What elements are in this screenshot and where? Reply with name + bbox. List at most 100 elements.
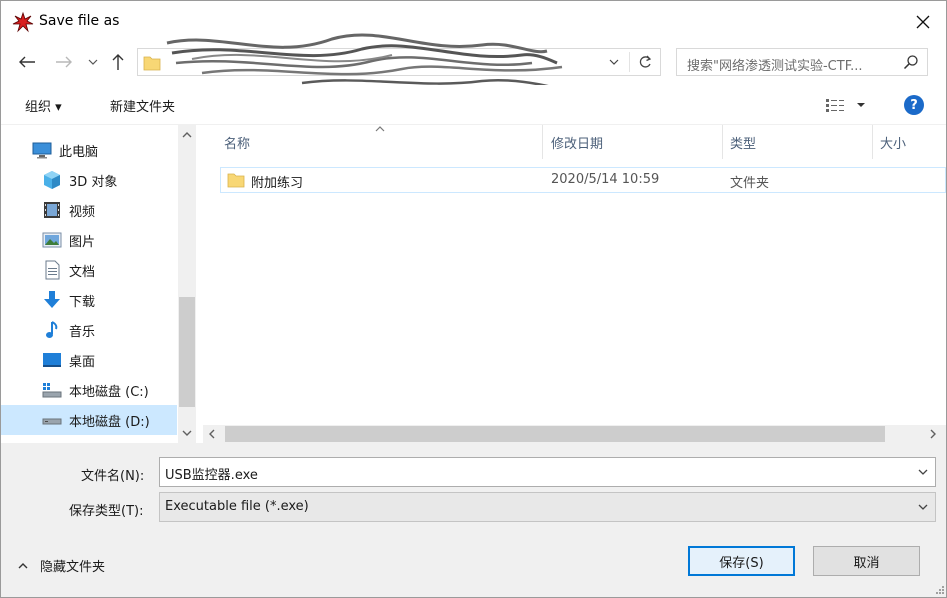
column-header-size[interactable]: 大小 bbox=[880, 125, 906, 159]
column-header-label: 修改日期 bbox=[551, 136, 604, 152]
forward-button[interactable] bbox=[53, 49, 75, 75]
column-header-name[interactable]: 名称 bbox=[224, 125, 250, 159]
nav-item-desktop[interactable]: 桌面 bbox=[1, 345, 177, 375]
refresh-button[interactable] bbox=[630, 49, 660, 75]
download-icon bbox=[42, 290, 62, 310]
video-icon bbox=[42, 200, 62, 220]
close-button[interactable] bbox=[900, 1, 946, 43]
nav-vertical-scrollbar[interactable] bbox=[178, 125, 196, 443]
chevron-down-icon bbox=[182, 430, 192, 436]
nav-item-this-pc[interactable]: 此电脑 bbox=[1, 135, 177, 165]
filename-value: USB监控器.exe bbox=[165, 468, 258, 483]
scrollbar-thumb[interactable] bbox=[179, 297, 195, 407]
nav-item-label: 桌面 bbox=[69, 354, 96, 370]
chevron-up-icon bbox=[182, 132, 192, 138]
folder-icon bbox=[143, 54, 161, 76]
window-title: Save file as bbox=[39, 13, 120, 29]
chevron-down-icon bbox=[918, 504, 928, 510]
column-divider[interactable] bbox=[872, 125, 873, 159]
filename-label: 文件名(N): bbox=[81, 469, 145, 484]
file-list: 名称 修改日期 类型 大小 附加练习 2020/5/14 10:59 文件夹 bbox=[203, 125, 946, 425]
nav-item-videos[interactable]: 视频 bbox=[1, 195, 177, 225]
help-button[interactable]: ? bbox=[904, 95, 924, 115]
question-icon: ? bbox=[910, 97, 918, 113]
cancel-button-label: 取消 bbox=[853, 555, 880, 571]
column-header-label: 类型 bbox=[730, 136, 757, 152]
up-button[interactable] bbox=[107, 49, 129, 75]
recent-locations-button[interactable] bbox=[85, 49, 101, 75]
music-icon bbox=[42, 320, 62, 340]
chevron-right-icon bbox=[930, 429, 936, 439]
column-divider[interactable] bbox=[542, 125, 543, 159]
hide-folders-toggle[interactable]: 隐藏文件夹 bbox=[17, 556, 105, 575]
nav-item-label: 下载 bbox=[69, 294, 96, 310]
back-button[interactable] bbox=[15, 49, 39, 75]
filetype-select[interactable]: Executable file (*.exe) bbox=[159, 492, 936, 522]
details-view-icon bbox=[826, 99, 865, 112]
file-name: 附加练习 bbox=[251, 176, 304, 191]
column-divider[interactable] bbox=[722, 125, 723, 159]
document-icon bbox=[42, 260, 62, 280]
chevron-up-icon bbox=[18, 562, 28, 568]
file-date: 2020/5/14 10:59 bbox=[551, 172, 660, 187]
refresh-icon bbox=[639, 55, 652, 68]
file-type: 文件夹 bbox=[730, 176, 770, 191]
drive-d-icon bbox=[42, 410, 62, 430]
nav-item-3d-objects[interactable]: 3D 对象 bbox=[1, 165, 177, 195]
arrow-right-icon bbox=[56, 56, 72, 68]
filetype-label: 保存类型(T): bbox=[69, 504, 144, 519]
chevron-down-icon bbox=[609, 59, 619, 65]
chevron-left-icon bbox=[209, 429, 215, 439]
nav-item-documents[interactable]: 文档 bbox=[1, 255, 177, 285]
command-bar: 组织 ▾ 新建文件夹 ? bbox=[1, 85, 946, 125]
nav-item-downloads[interactable]: 下载 bbox=[1, 285, 177, 315]
app-logo-icon bbox=[12, 11, 34, 33]
nav-item-label: 本地磁盘 (C:) bbox=[69, 384, 149, 400]
arrow-up-icon bbox=[112, 54, 124, 70]
chevron-down-icon bbox=[88, 59, 98, 65]
search-icon bbox=[903, 54, 919, 74]
cancel-button[interactable]: 取消 bbox=[813, 546, 920, 576]
nav-item-drive-c[interactable]: 本地磁盘 (C:) bbox=[1, 375, 177, 405]
sort-ascending-icon bbox=[375, 126, 385, 132]
nav-item-label: 3D 对象 bbox=[69, 174, 118, 190]
save-button[interactable]: 保存(S) bbox=[688, 546, 795, 576]
scrollbar-thumb[interactable] bbox=[225, 426, 885, 442]
column-header-label: 名称 bbox=[224, 136, 251, 152]
cube-icon bbox=[42, 170, 62, 190]
nav-item-music[interactable]: 音乐 bbox=[1, 315, 177, 345]
navigation-pane: 此电脑 3D 对象 视频 图片 文档 下载 音乐 桌面 本地磁盘 (C:) 本地… bbox=[1, 125, 197, 443]
save-file-dialog: Save file as 搜索"网络渗透测试实验-CTF... 组织 ▾ 新建文… bbox=[0, 0, 947, 598]
arrow-left-icon bbox=[19, 56, 35, 68]
nav-item-pictures[interactable]: 图片 bbox=[1, 225, 177, 255]
drive-c-icon bbox=[42, 380, 62, 400]
column-header-date[interactable]: 修改日期 bbox=[551, 125, 603, 159]
nav-item-label: 音乐 bbox=[69, 324, 96, 340]
resize-grip-icon[interactable] bbox=[935, 585, 945, 595]
nav-item-label: 视频 bbox=[69, 204, 96, 220]
close-icon bbox=[916, 15, 930, 29]
desktop-icon bbox=[42, 350, 62, 370]
horizontal-scrollbar[interactable] bbox=[203, 425, 946, 443]
address-bar[interactable] bbox=[137, 33, 661, 101]
column-header-type[interactable]: 类型 bbox=[730, 125, 756, 159]
new-folder-button[interactable]: 新建文件夹 bbox=[110, 96, 175, 115]
search-placeholder: 搜索"网络渗透测试实验-CTF... bbox=[687, 59, 863, 74]
view-options-button[interactable] bbox=[825, 95, 869, 115]
folder-icon bbox=[227, 171, 245, 193]
address-dropdown-button[interactable] bbox=[602, 49, 626, 75]
search-input[interactable]: 搜索"网络渗透测试实验-CTF... bbox=[676, 48, 928, 76]
table-row[interactable]: 附加练习 2020/5/14 10:59 文件夹 bbox=[220, 167, 946, 193]
filename-field[interactable]: USB监控器.exe bbox=[159, 457, 936, 487]
filetype-value: Executable file (*.exe) bbox=[165, 499, 309, 514]
computer-icon bbox=[32, 140, 52, 160]
chevron-down-icon bbox=[918, 469, 928, 475]
organize-button[interactable]: 组织 ▾ bbox=[25, 96, 62, 115]
nav-item-label: 文档 bbox=[69, 264, 96, 280]
column-header-label: 大小 bbox=[880, 136, 907, 152]
picture-icon bbox=[42, 230, 62, 250]
nav-item-label: 本地磁盘 (D:) bbox=[69, 414, 150, 430]
nav-item-label: 图片 bbox=[69, 234, 96, 250]
nav-item-drive-d[interactable]: 本地磁盘 (D:) bbox=[1, 405, 177, 435]
save-button-label: 保存(S) bbox=[719, 555, 764, 571]
